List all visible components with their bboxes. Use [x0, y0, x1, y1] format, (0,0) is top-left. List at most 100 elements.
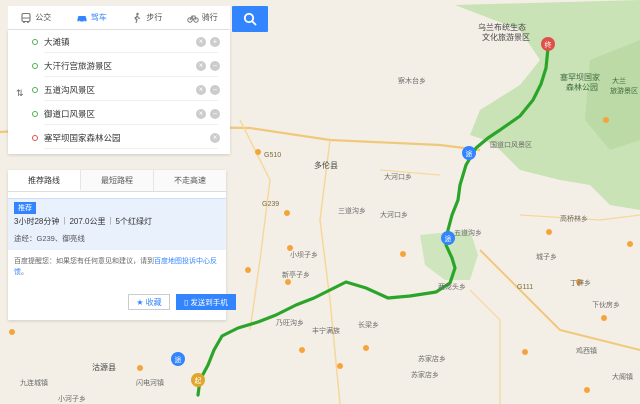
map-place-label: 大河口乡: [384, 174, 412, 181]
map-place-label: 长梁乡: [358, 322, 379, 329]
tab-no-highway[interactable]: 不走高速: [154, 170, 226, 191]
minus-icon[interactable]: −: [210, 61, 220, 71]
tab-shortest[interactable]: 最短路程: [81, 170, 154, 191]
map-place-label: 三道沟乡: [338, 208, 366, 215]
map-place-label: G111: [517, 284, 534, 291]
mode-bike-label: 骑行: [201, 13, 218, 22]
minus-icon[interactable]: −: [210, 109, 220, 119]
map-place-label: 旅游景区: [610, 88, 638, 95]
map-place-label: 森林公园: [566, 83, 598, 92]
bus-icon: [21, 12, 31, 23]
end-dot-icon: [32, 135, 38, 141]
phone-icon: ▯: [184, 297, 189, 307]
map-place-label: 小河子乡: [58, 396, 86, 403]
save-label: 收藏: [145, 297, 162, 307]
map-place-label: 九连城镇: [20, 380, 48, 387]
waypoint-input[interactable]: 塞罕坝国家森林公园: [44, 127, 218, 149]
remove-icon[interactable]: ×: [196, 109, 206, 119]
remove-icon[interactable]: ×: [210, 133, 220, 143]
mode-car-label: 驾车: [90, 13, 107, 22]
minus-icon[interactable]: −: [210, 85, 220, 95]
waypoint-marker[interactable]: 途: [462, 146, 476, 160]
svg-text:途: 途: [175, 355, 182, 364]
waypoint-row[interactable]: 御道口风景区 × −: [32, 103, 220, 125]
map-place-label: 下伙房乡: [592, 302, 620, 309]
map-place-label: 闪电河镇: [136, 380, 164, 387]
route-results-panel: 推荐路线 最短路程 不走高速 推荐 3小时28分钟 | 207.0公里 | 5个…: [8, 170, 236, 320]
svg-text:途: 途: [466, 149, 473, 158]
mode-bike[interactable]: 骑行: [175, 6, 231, 29]
start-marker[interactable]: 起: [191, 373, 205, 387]
map-place-label: 五道沟乡: [454, 230, 482, 237]
waypoint-list: ⇅ 大滩镇 × + 大汗行宫旅游景区 × − 五道沟风景区 × − 御道口风景区 × −…: [8, 30, 230, 154]
mode-bus[interactable]: 公交: [8, 6, 64, 29]
start-dot-icon: [32, 39, 38, 45]
send-label: 发送到手机: [190, 297, 228, 307]
route-time: 3小时28分钟: [14, 217, 60, 226]
waypoint-input[interactable]: 五道沟风景区: [44, 79, 218, 101]
remove-icon[interactable]: ×: [196, 61, 206, 71]
waypoint-input[interactable]: 御道口风景区: [44, 103, 218, 125]
map-place-label: 小坝子乡: [290, 252, 318, 259]
mode-car[interactable]: 驾车: [64, 6, 120, 29]
mode-walk-label: 步行: [146, 13, 163, 22]
send-to-phone-button[interactable]: ▯ 发送到手机: [176, 294, 236, 310]
route-lights: 5个红绿灯: [115, 217, 152, 226]
map-place-label: 苏家店乡: [411, 372, 439, 379]
map-place-label: G510: [264, 152, 282, 159]
waypoint-row[interactable]: 大滩镇 × +: [32, 31, 220, 53]
map-place-label: 沽源县: [92, 363, 116, 372]
waypoint-row[interactable]: 塞罕坝国家森林公园 ×: [32, 127, 220, 149]
map-place-label: 文化旅游景区: [482, 33, 530, 42]
route-tabs: 推荐路线 最短路程 不走高速: [8, 170, 226, 192]
recommended-badge: 推荐: [14, 202, 36, 214]
search-icon: [243, 12, 257, 26]
map-place-label: G239: [262, 201, 280, 208]
end-marker[interactable]: 终: [541, 37, 555, 51]
route-summary[interactable]: 推荐 3小时28分钟 | 207.0公里 | 5个红绿灯 途经：G239、御亮线: [8, 198, 226, 250]
map-place-label: 多伦县: [314, 161, 338, 170]
map-place-label: 苏家店乡: [418, 356, 446, 363]
route-via: 途经：G239、御亮线: [14, 234, 85, 243]
map-place-label: 大河口乡: [380, 212, 408, 219]
map-place-label: 城子乡: [536, 254, 557, 261]
walk-icon: [134, 12, 141, 23]
map-place-label: 察木台乡: [398, 78, 426, 85]
waypoint-marker[interactable]: 途: [441, 231, 455, 245]
map-place-label: 高桥林乡: [560, 216, 588, 223]
remove-icon[interactable]: ×: [196, 37, 206, 47]
waypoint-dot-icon: [32, 87, 38, 93]
add-icon[interactable]: +: [210, 37, 220, 47]
feedback-note: 百度提醒您：如果您有任何意见和建议，请到百度地图投诉中心反馈。: [14, 256, 220, 278]
svg-text:终: 终: [545, 40, 552, 49]
map-place-label: 国道口风景区: [490, 142, 532, 149]
tab-recommended[interactable]: 推荐路线: [8, 170, 81, 191]
bike-icon: [187, 15, 199, 23]
feedback-prefix: 百度提醒您：如果您有任何意见和建议，请到: [14, 258, 154, 265]
save-button[interactable]: ★ 收藏: [128, 294, 170, 310]
map-place-label: 大兰: [612, 78, 626, 85]
remove-icon[interactable]: ×: [196, 85, 206, 95]
mode-walk[interactable]: 步行: [119, 6, 175, 29]
waypoint-row[interactable]: 五道沟风景区 × −: [32, 79, 220, 101]
map-place-label: 丰宁满族: [312, 328, 340, 335]
swap-icon[interactable]: ⇅: [16, 88, 24, 99]
route-stats: 3小时28分钟 | 207.0公里 | 5个红绿灯: [14, 216, 152, 226]
map-place-label: 新亭子乡: [282, 272, 310, 279]
transport-mode-bar: 公交 驾车 步行 骑行: [8, 6, 230, 30]
waypoint-marker[interactable]: 途: [171, 352, 185, 366]
route-distance: 207.0公里: [69, 217, 106, 226]
waypoint-row[interactable]: 大汗行宫旅游景区 × −: [32, 55, 220, 77]
waypoint-input[interactable]: 大汗行宫旅游景区: [44, 55, 218, 77]
map-place-label: 大阁镇: [612, 374, 633, 381]
map-place-label: 乃旺沟乡: [276, 320, 304, 327]
svg-text:起: 起: [195, 377, 202, 385]
search-button[interactable]: [232, 6, 268, 32]
car-icon: [77, 15, 87, 23]
svg-text:途: 途: [445, 234, 452, 243]
map-place-label: 西龙头乡: [438, 284, 466, 291]
waypoint-input[interactable]: 大滩镇: [44, 31, 218, 53]
map-place-label: 鸡西镇: [576, 348, 597, 355]
mode-bus-label: 公交: [35, 13, 52, 22]
waypoint-dot-icon: [32, 111, 38, 117]
